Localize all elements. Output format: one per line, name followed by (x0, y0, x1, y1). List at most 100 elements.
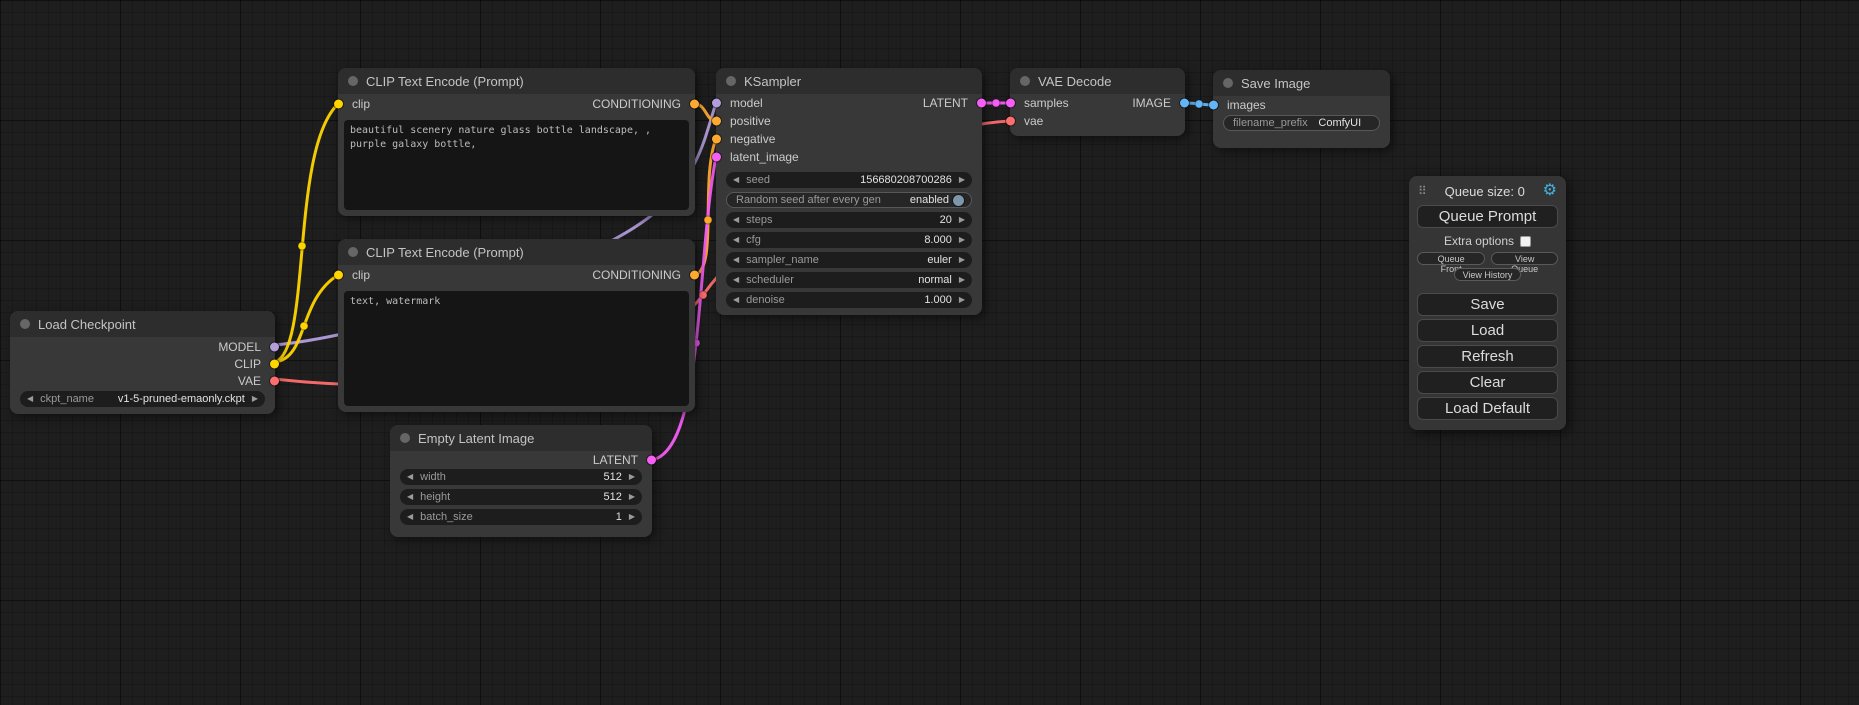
collapse-dot-icon[interactable] (348, 247, 358, 257)
increment-icon[interactable]: ▶ (629, 513, 635, 521)
clip-input-port[interactable] (334, 100, 343, 109)
conditioning-output-port[interactable] (690, 100, 699, 109)
samples-input-port[interactable] (1006, 99, 1015, 108)
collapse-dot-icon[interactable] (726, 76, 736, 86)
decrement-icon[interactable]: ◀ (733, 176, 739, 184)
prev-value-icon[interactable]: ◀ (27, 395, 33, 403)
slot-label: images (1227, 98, 1266, 112)
positive-input-port[interactable] (712, 117, 721, 126)
slot-label: clip (352, 268, 370, 282)
drag-handle-icon[interactable]: ⠿ (1418, 184, 1427, 198)
node-load-checkpoint[interactable]: Load Checkpoint MODEL CLIP VAE ◀ ckpt_na… (10, 311, 275, 414)
queue-panel-header: ⠿ Queue size: 0 ⚙ (1417, 181, 1558, 201)
view-history-button[interactable]: View History (1454, 268, 1522, 281)
decrement-icon[interactable]: ◀ (407, 513, 413, 521)
increment-icon[interactable]: ▶ (629, 473, 635, 481)
settings-gear-icon[interactable]: ⚙ (1543, 183, 1557, 199)
node-clip-text-encode-negative[interactable]: CLIP Text Encode (Prompt) clip CONDITION… (338, 239, 695, 412)
decrement-icon[interactable]: ◀ (407, 473, 413, 481)
widget-cfg[interactable]: ◀ cfg 8.000 ▶ (726, 232, 972, 248)
decrement-icon[interactable]: ◀ (733, 216, 739, 224)
conditioning-output-port[interactable] (690, 271, 699, 280)
save-button[interactable]: Save (1417, 293, 1558, 316)
widget-batch-size[interactable]: ◀ batch_size 1 ▶ (400, 509, 642, 525)
collapse-dot-icon[interactable] (348, 76, 358, 86)
prev-value-icon[interactable]: ◀ (733, 256, 739, 264)
clip-input-port[interactable] (334, 271, 343, 280)
queue-front-button[interactable]: Queue Front (1417, 252, 1485, 265)
prompt-textarea[interactable]: text, watermark (344, 291, 689, 406)
images-input-port[interactable] (1209, 101, 1218, 110)
toggle-knob[interactable] (953, 195, 964, 206)
widget-denoise[interactable]: ◀ denoise 1.000 ▶ (726, 292, 972, 308)
next-value-icon[interactable]: ▶ (252, 395, 258, 403)
node-clip-text-encode-positive[interactable]: CLIP Text Encode (Prompt) clip CONDITION… (338, 68, 695, 216)
widget-filename-prefix[interactable]: filename_prefix ComfyUI (1223, 115, 1380, 131)
decrement-icon[interactable]: ◀ (733, 296, 739, 304)
latent-output-port[interactable] (647, 456, 656, 465)
collapse-dot-icon[interactable] (1020, 76, 1030, 86)
next-value-icon[interactable]: ▶ (959, 256, 965, 264)
increment-icon[interactable]: ▶ (959, 296, 965, 304)
widget-value: enabled (888, 194, 949, 206)
node-header[interactable]: Empty Latent Image (390, 425, 652, 451)
clear-button[interactable]: Clear (1417, 371, 1558, 394)
node-save-image[interactable]: Save Image images filename_prefix ComfyU… (1213, 70, 1390, 148)
widget-ckpt-name[interactable]: ◀ ckpt_name v1-5-pruned-emaonly.ckpt ▶ (20, 391, 265, 407)
queue-prompt-button[interactable]: Queue Prompt (1417, 205, 1558, 228)
increment-icon[interactable]: ▶ (959, 176, 965, 184)
model-output-port[interactable] (270, 342, 279, 351)
node-empty-latent-image[interactable]: Empty Latent Image LATENT ◀ width 512 ▶ … (390, 425, 652, 537)
output-row-clip: CLIP (10, 355, 275, 372)
widget-label: height (420, 491, 450, 503)
vae-input-port[interactable] (1006, 117, 1015, 126)
collapse-dot-icon[interactable] (400, 433, 410, 443)
node-ksampler[interactable]: KSampler model LATENT positive negative … (716, 68, 982, 315)
slot-label: VAE (238, 374, 261, 388)
increment-icon[interactable]: ▶ (959, 236, 965, 244)
collapse-dot-icon[interactable] (20, 319, 30, 329)
load-default-button[interactable]: Load Default (1417, 397, 1558, 420)
widget-seed[interactable]: ◀ seed 156680208700286 ▶ (726, 172, 972, 188)
view-queue-button[interactable]: View Queue (1491, 252, 1558, 265)
node-header[interactable]: CLIP Text Encode (Prompt) (338, 68, 695, 94)
latent-image-input-port[interactable] (712, 153, 721, 162)
model-input-port[interactable] (712, 99, 721, 108)
graph-canvas[interactable]: { "slot_colors": { "model": "#B39DDB", "… (0, 0, 1859, 705)
node-header[interactable]: VAE Decode (1010, 68, 1185, 94)
widget-height[interactable]: ◀ height 512 ▶ (400, 489, 642, 505)
prompt-textarea[interactable]: beautiful scenery nature glass bottle la… (344, 120, 689, 210)
vae-output-port[interactable] (270, 376, 279, 385)
refresh-button[interactable]: Refresh (1417, 345, 1558, 368)
node-header[interactable]: KSampler (716, 68, 982, 94)
node-header[interactable]: Load Checkpoint (10, 311, 275, 337)
clip-output-port[interactable] (270, 359, 279, 368)
decrement-icon[interactable]: ◀ (733, 236, 739, 244)
increment-icon[interactable]: ▶ (959, 216, 965, 224)
node-title: Save Image (1241, 76, 1310, 91)
latent-output-port[interactable] (977, 99, 986, 108)
slot-label: samples (1024, 96, 1069, 110)
decrement-icon[interactable]: ◀ (407, 493, 413, 501)
widget-sampler-name[interactable]: ◀ sampler_name euler ▶ (726, 252, 972, 268)
wire-clip-to-negative (275, 275, 338, 362)
slot-row-samples-image: samples IMAGE (1010, 94, 1185, 112)
increment-icon[interactable]: ▶ (629, 493, 635, 501)
slot-label: vae (1024, 114, 1043, 128)
prev-value-icon[interactable]: ◀ (733, 276, 739, 284)
widget-steps[interactable]: ◀ steps 20 ▶ (726, 212, 972, 228)
node-vae-decode[interactable]: VAE Decode samples IMAGE vae (1010, 68, 1185, 136)
slot-row: clip CONDITIONING (338, 94, 695, 114)
load-button[interactable]: Load (1417, 319, 1558, 342)
widget-width[interactable]: ◀ width 512 ▶ (400, 469, 642, 485)
extra-options-checkbox[interactable] (1520, 236, 1531, 247)
image-output-port[interactable] (1180, 99, 1189, 108)
node-header[interactable]: CLIP Text Encode (Prompt) (338, 239, 695, 265)
next-value-icon[interactable]: ▶ (959, 276, 965, 284)
negative-input-port[interactable] (712, 135, 721, 144)
widget-scheduler[interactable]: ◀ scheduler normal ▶ (726, 272, 972, 288)
node-header[interactable]: Save Image (1213, 70, 1390, 96)
queue-panel[interactable]: ⠿ Queue size: 0 ⚙ Queue Prompt Extra opt… (1409, 176, 1566, 430)
collapse-dot-icon[interactable] (1223, 78, 1233, 88)
widget-random-seed-toggle[interactable]: Random seed after every gen enabled (726, 192, 972, 208)
